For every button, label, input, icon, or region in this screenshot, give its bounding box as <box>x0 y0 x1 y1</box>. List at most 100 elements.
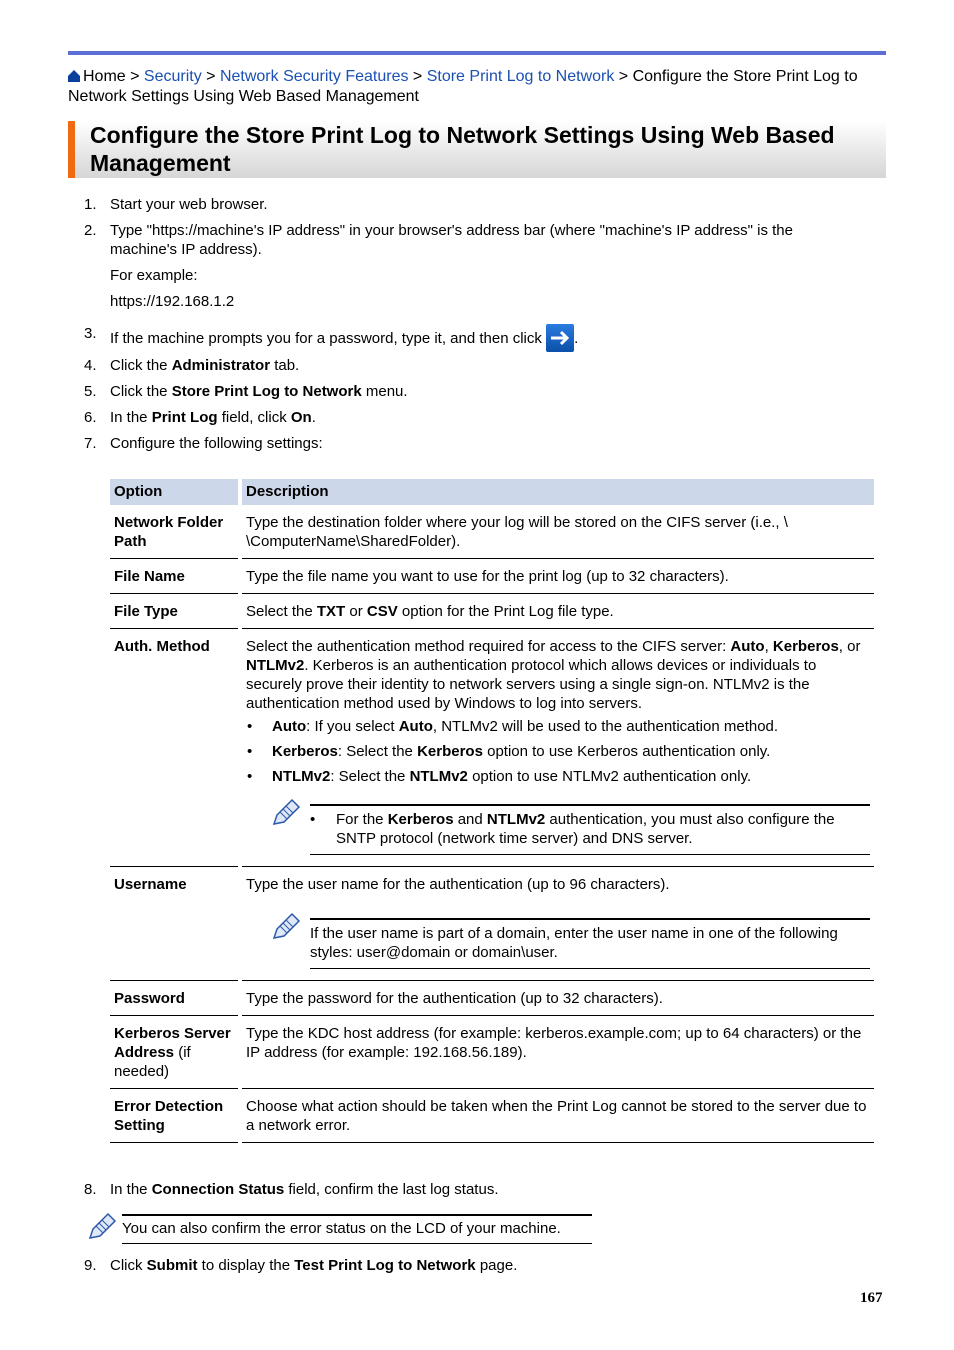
column-header-option: Option <box>110 479 238 505</box>
breadcrumb-home[interactable]: Home <box>83 68 126 85</box>
desc-text: Select the authentication method require… <box>246 638 731 655</box>
term-ntlmv2: NTLMv2 <box>246 657 305 674</box>
note-text-part: For the <box>336 811 388 828</box>
breadcrumb-link-store-print-log[interactable]: Store Print Log to Network <box>427 68 615 85</box>
step-number: 2. <box>84 222 97 239</box>
description-cell: Type the file name you want to use for t… <box>242 559 874 594</box>
step-6: 6. In the Print Log field, click On. <box>84 408 864 427</box>
desc-text: Select the <box>246 603 317 620</box>
ui-term-administrator: Administrator <box>171 357 271 374</box>
term: NTLMv2 <box>486 811 546 828</box>
step-9: 9. Click Submit to display the Test Prin… <box>84 1256 864 1275</box>
desc-text: : Select the <box>330 768 410 785</box>
description-cell: Type the user name for the authenticatio… <box>242 867 874 981</box>
step-text: tab. <box>270 357 300 374</box>
option-cell: Password <box>110 981 238 1016</box>
desc-text: or <box>345 603 367 620</box>
column-header-description: Description <box>242 479 874 505</box>
option-cell: Error Detection Setting <box>110 1089 238 1143</box>
step-8: 8. In the Connection Status field, confi… <box>84 1180 864 1199</box>
table-row: Password Type the password for the authe… <box>110 981 874 1016</box>
description-cell: Choose what action should be taken when … <box>242 1089 874 1143</box>
pencil-note-icon <box>272 798 301 825</box>
option-label: Kerberos Server Address <box>114 1025 231 1061</box>
breadcrumb-link-security[interactable]: Security <box>144 68 202 85</box>
top-rule <box>68 51 886 55</box>
ui-term-connection-status: Connection Status <box>151 1181 285 1198</box>
step-text: . <box>311 409 316 426</box>
description-cell: Select the authentication method require… <box>242 629 874 867</box>
term: Kerberos <box>417 743 483 760</box>
step-text: In the <box>110 409 152 426</box>
table-row: Kerberos Server Address (if needed) Type… <box>110 1016 874 1089</box>
note-text: You can also confirm the error status on… <box>122 1214 592 1244</box>
step-text: Click the <box>110 357 172 374</box>
note-text: For the Kerberos and NTLMv2 authenticati… <box>310 804 870 855</box>
arrow-right-icon <box>546 324 575 352</box>
table-row: File Name Type the file name you want to… <box>110 559 874 594</box>
step-number: 5. <box>84 383 97 400</box>
step-2: 2. Type "https://machine's IP address" i… <box>84 221 864 259</box>
desc-text: , <box>764 638 773 655</box>
desc-text: option to use NTLMv2 authentication only… <box>467 768 752 785</box>
option-cell: Username <box>110 867 238 981</box>
ui-term-on: On <box>290 409 312 426</box>
pencil-note-icon <box>88 1212 117 1239</box>
option-cell: Kerberos Server Address (if needed) <box>110 1016 238 1089</box>
term: Auto <box>272 718 307 735</box>
step-1: 1. Start your web browser. <box>84 195 864 214</box>
breadcrumb-separator: > <box>614 68 633 85</box>
example-label: For example: <box>110 267 198 284</box>
step-7: 7. Configure the following settings: <box>84 434 864 453</box>
page-title: Configure the Store Print Log to Network… <box>90 122 835 176</box>
table-header-row: Option Description <box>110 479 874 505</box>
option-cell: Auth. Method <box>110 629 238 867</box>
ui-term-submit: Submit <box>146 1257 198 1274</box>
breadcrumb-separator: > <box>201 68 220 85</box>
list-item: NTLMv2: Select the NTLMv2 option to use … <box>247 767 870 786</box>
step-text: Click <box>110 1257 147 1274</box>
step-text: Click the <box>110 383 172 400</box>
step-number: 3. <box>84 325 97 342</box>
step-5: 5. Click the Store Print Log to Network … <box>84 382 864 401</box>
example-value: https://192.168.1.2 <box>110 293 235 310</box>
term-txt: TXT <box>316 603 346 620</box>
pencil-note-icon <box>272 912 301 939</box>
step-3: 3. If the machine prompts you for a pass… <box>84 324 864 352</box>
step-number: 6. <box>84 409 97 426</box>
breadcrumb: Home > Security > Network Security Featu… <box>68 67 888 107</box>
term-auto: Auto <box>730 638 765 655</box>
table-row: File Type Select the TXT or CSV option f… <box>110 594 874 629</box>
step-number: 7. <box>84 435 97 452</box>
home-icon <box>68 70 80 82</box>
table-row: Network Folder Path Type the destination… <box>110 505 874 559</box>
step-text: Type "https://machine's IP address" in y… <box>110 222 793 258</box>
step-text: In the <box>110 1181 152 1198</box>
breadcrumb-separator: > <box>125 68 144 85</box>
page-number: 167 <box>860 1290 883 1306</box>
term: Kerberos <box>272 743 338 760</box>
term: NTLMv2 <box>272 768 331 785</box>
desc-text: : Select the <box>337 743 418 760</box>
description-cell: Type the destination folder where your l… <box>242 505 874 559</box>
note-text-part: and <box>453 811 487 828</box>
table-row: Auth. Method Select the authentication m… <box>110 629 874 867</box>
option-cell: Network Folder Path <box>110 505 238 559</box>
page-title-box: Configure the Store Print Log to Network… <box>68 121 886 178</box>
desc-text: Type the user name for the authenticatio… <box>246 876 670 893</box>
description-cell: Type the KDC host address (for example: … <box>242 1016 874 1089</box>
step-4: 4. Click the Administrator tab. <box>84 356 864 375</box>
term: NTLMv2 <box>409 768 468 785</box>
list-item: Auto: If you select Auto, NTLMv2 will be… <box>247 717 870 736</box>
step-number: 4. <box>84 357 97 374</box>
step-number: 9. <box>84 1257 97 1274</box>
step-text: menu. <box>361 383 408 400</box>
desc-text: , or <box>838 638 861 655</box>
description-cell: Type the password for the authentication… <box>242 981 874 1016</box>
settings-table: Option Description Network Folder Path T… <box>106 479 878 1143</box>
description-cell: Select the TXT or CSV option for the Pri… <box>242 594 874 629</box>
note-text: If the user name is part of a domain, en… <box>310 918 870 969</box>
desc-text: . Kerberos is an authentication protocol… <box>246 657 817 712</box>
breadcrumb-link-network-security-features[interactable]: Network Security Features <box>220 68 409 85</box>
step-text: If the machine prompts you for a passwor… <box>110 330 542 347</box>
